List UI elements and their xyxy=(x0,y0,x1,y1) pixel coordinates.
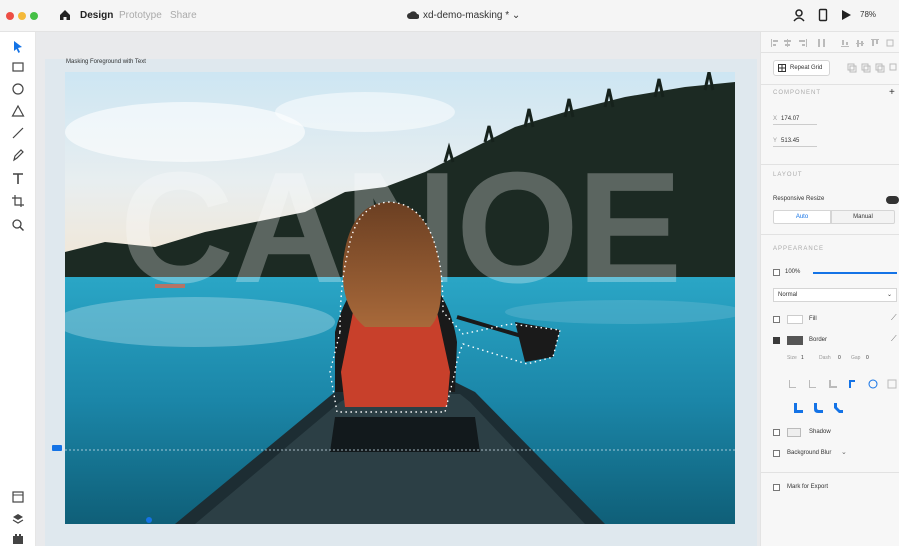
border-checkbox[interactable] xyxy=(773,337,780,344)
y-value: 513.45 xyxy=(781,138,800,144)
text-tool-icon[interactable] xyxy=(11,172,25,186)
border-swatch[interactable] xyxy=(787,336,803,345)
select-tool-icon[interactable] xyxy=(11,40,25,54)
shadow-label: Shadow xyxy=(809,429,831,435)
rectangle-tool-icon[interactable] xyxy=(11,60,25,74)
tab-share[interactable]: Share xyxy=(170,10,197,21)
resize-manual-option[interactable]: Manual xyxy=(831,210,895,224)
responsive-resize-toggle[interactable] xyxy=(886,196,899,204)
mobile-preview-icon[interactable] xyxy=(816,8,830,22)
blend-mode-select[interactable]: Normal ⌄ xyxy=(773,288,897,302)
repeat-grid-label: Repeat Grid xyxy=(790,65,823,71)
window-close-button[interactable] xyxy=(6,12,14,20)
blend-mode-value: Normal xyxy=(778,292,798,298)
x-label: X xyxy=(773,116,778,122)
mark-for-export-checkbox[interactable] xyxy=(773,484,780,491)
background-blur-label[interactable]: Background Blur xyxy=(787,450,831,456)
border-gap-label: Gap xyxy=(851,355,861,361)
chevron-down-icon: ⌄ xyxy=(886,292,892,298)
zoom-tool-icon[interactable] xyxy=(11,218,25,232)
corner-style-icons[interactable] xyxy=(793,402,849,414)
shadow-swatch[interactable] xyxy=(787,428,801,437)
opacity-value[interactable]: 100% xyxy=(785,269,800,275)
tab-prototype[interactable]: Prototype xyxy=(119,10,162,21)
property-inspector: Repeat Grid COMPONENT + X 174.07 Y 513.45 … xyxy=(760,32,899,546)
border-dash-label: Dash xyxy=(819,355,831,361)
align-icons-row[interactable] xyxy=(771,38,895,48)
border-dash-value[interactable]: 0 xyxy=(838,355,841,361)
add-component-icon[interactable]: + xyxy=(889,87,895,98)
user-icon[interactable] xyxy=(792,8,806,22)
repeat-grid-icon xyxy=(778,64,786,72)
background-blur-checkbox[interactable] xyxy=(773,450,780,457)
cloud-icon xyxy=(407,11,419,19)
line-tool-icon[interactable] xyxy=(11,126,25,140)
polygon-tool-icon[interactable] xyxy=(11,104,25,118)
document-title-text: xd-demo-masking * ⌄ xyxy=(423,10,521,21)
boolean-ops-icons[interactable] xyxy=(847,63,897,73)
canoe-photo[interactable]: CANOE xyxy=(65,72,735,524)
layout-section-title: LAYOUT xyxy=(773,172,803,178)
eyedropper-icon[interactable]: ⟋ xyxy=(891,334,897,344)
responsive-resize-label: Responsive Resize xyxy=(773,196,825,202)
eyedropper-icon[interactable]: ⟋ xyxy=(891,313,897,323)
x-field[interactable]: X 174.07 xyxy=(773,116,817,125)
repeat-grid-button[interactable]: Repeat Grid xyxy=(773,60,830,76)
y-field[interactable]: Y 513.45 xyxy=(773,138,817,147)
pen-tool-icon[interactable] xyxy=(11,148,25,162)
zoom-level[interactable]: 78% xyxy=(860,10,876,19)
resize-auto-option[interactable]: Auto xyxy=(773,210,831,224)
assets-icon[interactable] xyxy=(11,490,25,504)
document-title[interactable]: xd-demo-masking * ⌄ xyxy=(407,10,520,21)
opacity-icon xyxy=(773,269,780,276)
window-minimize-button[interactable] xyxy=(18,12,26,20)
chevron-down-icon[interactable]: ⌄ xyxy=(841,448,847,456)
layers-icon[interactable] xyxy=(11,512,25,526)
selection-handle[interactable] xyxy=(52,445,62,451)
border-size-label: Size xyxy=(787,355,797,361)
fill-swatch[interactable] xyxy=(787,315,803,324)
fill-checkbox[interactable] xyxy=(773,316,780,323)
artboard-label[interactable]: Masking Foreground with Text xyxy=(66,59,146,65)
tool-bar xyxy=(0,32,36,546)
border-gap-value[interactable]: 0 xyxy=(866,355,869,361)
appearance-section-title: APPEARANCE xyxy=(773,246,825,252)
home-icon[interactable] xyxy=(58,8,72,22)
tab-design[interactable]: Design xyxy=(80,10,113,21)
play-icon[interactable] xyxy=(839,8,853,22)
border-size-value[interactable]: 1 xyxy=(801,355,804,361)
stroke-position-icons[interactable] xyxy=(787,378,899,390)
opacity-slider-fill xyxy=(813,272,897,274)
top-bar: Design Prototype Share xd-demo-masking *… xyxy=(0,0,899,32)
window-maximize-button[interactable] xyxy=(30,12,38,20)
plugins-icon[interactable] xyxy=(11,532,25,546)
border-label: Border xyxy=(809,337,828,343)
fill-label: Fill xyxy=(809,316,817,322)
anchor-point[interactable] xyxy=(146,517,152,523)
artboard-tool-icon[interactable] xyxy=(11,194,25,208)
component-section-title: COMPONENT xyxy=(773,90,821,96)
shadow-checkbox[interactable] xyxy=(773,429,780,436)
ellipse-tool-icon[interactable] xyxy=(11,82,25,96)
mark-for-export-label: Mark for Export xyxy=(787,484,829,490)
x-value: 174.07 xyxy=(781,116,800,122)
y-label: Y xyxy=(773,138,778,144)
